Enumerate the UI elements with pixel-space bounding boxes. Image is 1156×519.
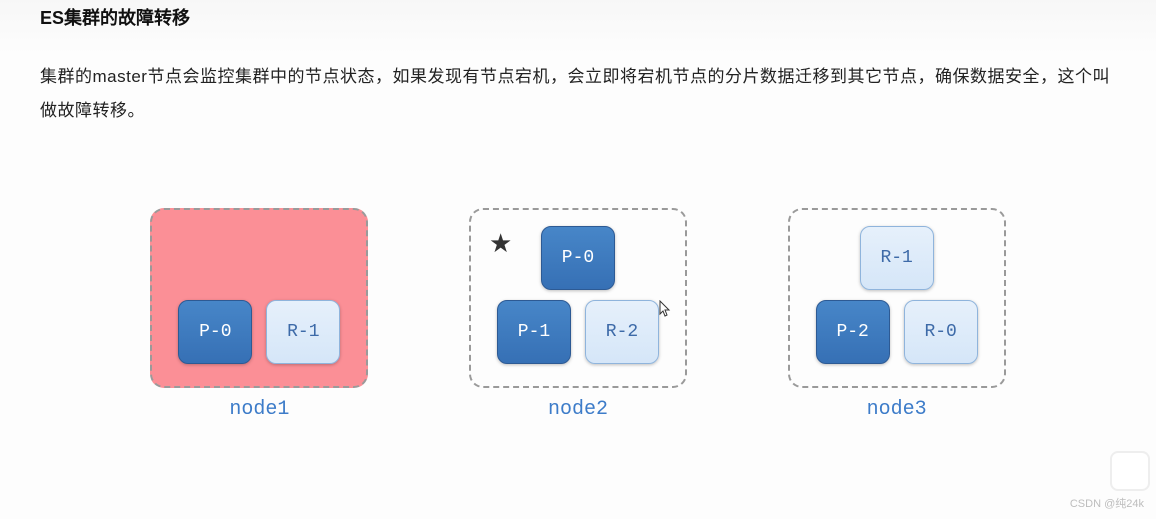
node-label-node2: node2 — [548, 398, 608, 421]
cluster-diagram: P-0 R-1 node1 ★ P-0 P-1 R-2 node2 — [40, 208, 1116, 421]
shard-primary-0: P-0 — [178, 300, 252, 364]
description-text: 集群的master节点会监控集群中的节点状态，如果发现有节点宕机，会立即将宕机节… — [40, 60, 1116, 128]
node-box-node1: P-0 R-1 — [150, 208, 368, 388]
corner-widget — [1110, 451, 1150, 491]
shard-primary-1: P-1 — [497, 300, 571, 364]
node-box-node2: ★ P-0 P-1 R-2 — [469, 208, 687, 388]
shard-replica-1-migrated: R-1 — [860, 226, 934, 290]
node-label-node3: node3 — [867, 398, 927, 421]
shard-primary-0-migrated: P-0 — [541, 226, 615, 290]
shard-primary-2: P-2 — [816, 300, 890, 364]
node-group-node2: ★ P-0 P-1 R-2 node2 — [469, 208, 687, 421]
node-label-node1: node1 — [229, 398, 289, 421]
watermark-text: CSDN @纯24k — [1070, 495, 1144, 511]
star-icon: ★ — [489, 228, 512, 259]
shard-replica-0: R-0 — [904, 300, 978, 364]
node-box-node3: R-1 P-2 R-0 — [788, 208, 1006, 388]
shard-replica-2: R-2 — [585, 300, 659, 364]
shard-replica-1: R-1 — [266, 300, 340, 364]
node-group-node3: R-1 P-2 R-0 node3 — [788, 208, 1006, 421]
page-title: ES集群的故障转移 — [0, 0, 1156, 54]
cursor-icon — [659, 300, 673, 321]
node-group-node1: P-0 R-1 node1 — [150, 208, 368, 421]
